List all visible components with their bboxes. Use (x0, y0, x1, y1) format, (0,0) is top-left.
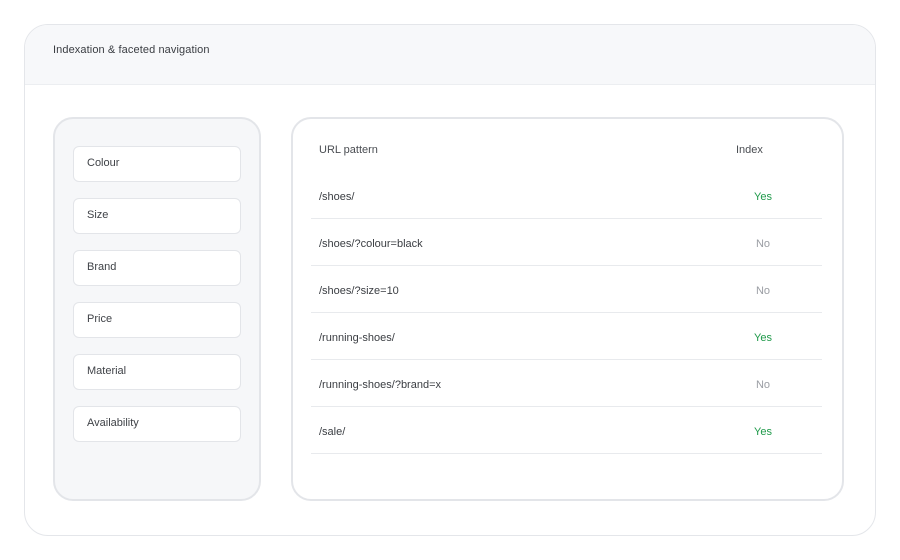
index-status-cell: No (755, 379, 771, 391)
column-header-index: Index (736, 144, 763, 156)
facet-colour[interactable]: Colour (73, 146, 241, 182)
card-header: Indexation & faceted navigation (25, 25, 875, 85)
facet-label: Colour (87, 157, 120, 169)
facet-brand[interactable]: Brand (73, 250, 241, 286)
facet-material[interactable]: Material (73, 354, 241, 390)
facet-panel: Colour Size Brand Price Material Availab… (53, 117, 261, 501)
table-row[interactable]: /shoes/ Yes (311, 172, 822, 219)
url-pattern-cell: /sale/ (319, 426, 346, 438)
url-index-table: URL pattern Index /shoes/ Yes /shoes/?co… (291, 117, 844, 501)
facet-label: Brand (87, 261, 117, 273)
url-pattern-cell: /shoes/?size=10 (319, 285, 399, 297)
table-row[interactable]: /sale/ Yes (311, 407, 822, 454)
table-row[interactable]: /shoes/?size=10 No (311, 266, 822, 313)
index-status-cell: Yes (754, 332, 772, 344)
facet-label: Size (87, 209, 109, 221)
facet-price[interactable]: Price (73, 302, 241, 338)
facet-size[interactable]: Size (73, 198, 241, 234)
indexation-card: Indexation & faceted navigation Colour S… (24, 24, 876, 536)
facet-availability[interactable]: Availability (73, 406, 241, 442)
table-row[interactable]: /shoes/?colour=black No (311, 219, 822, 266)
url-pattern-cell: /shoes/ (319, 191, 355, 203)
url-pattern-cell: /shoes/?colour=black (319, 238, 423, 250)
card-title: Indexation & faceted navigation (53, 44, 210, 56)
column-header-url-pattern: URL pattern (319, 144, 378, 156)
table-row[interactable]: /running-shoes/?brand=x No (311, 360, 822, 407)
index-status-cell: Yes (754, 191, 772, 203)
index-status-cell: No (755, 285, 771, 297)
facet-label: Price (87, 313, 113, 325)
index-status-cell: Yes (754, 426, 772, 438)
url-pattern-cell: /running-shoes/?brand=x (319, 379, 441, 391)
table-row[interactable]: /running-shoes/ Yes (311, 313, 822, 360)
index-status-cell: No (755, 238, 771, 250)
facet-label: Material (87, 365, 127, 377)
url-pattern-cell: /running-shoes/ (319, 332, 395, 344)
facet-label: Availability (87, 417, 139, 429)
